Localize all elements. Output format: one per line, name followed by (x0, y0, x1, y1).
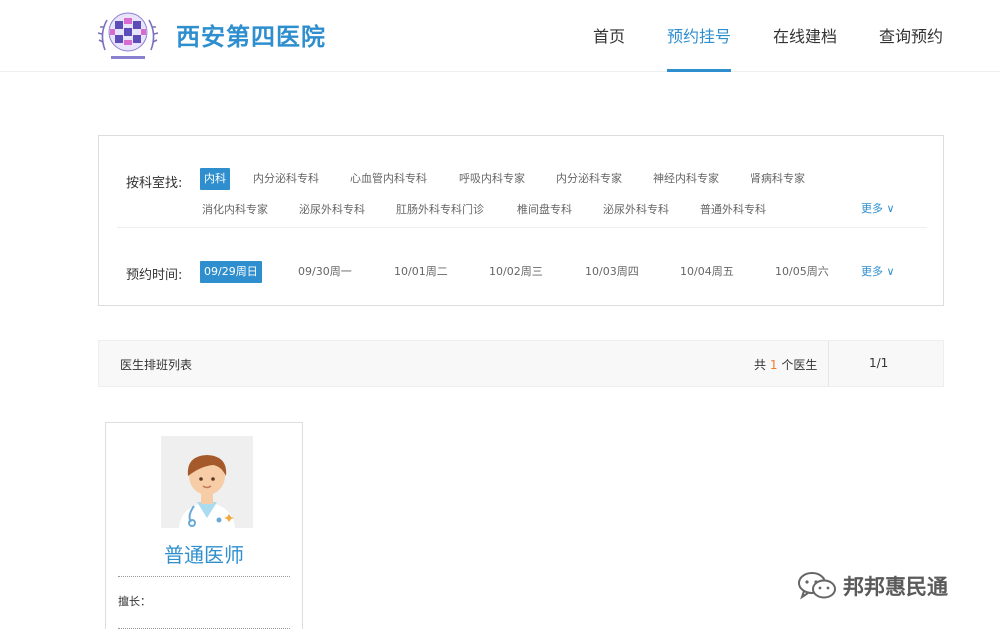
date-chip[interactable]: 10/02周三 (489, 261, 543, 283)
wechat-icon (798, 572, 836, 600)
department-chip[interactable]: 泌尿外科专科 (603, 199, 669, 221)
doctor-name[interactable]: 普通医师 (106, 539, 302, 568)
doctor-specialty-label: 擅长： (118, 595, 151, 608)
doctor-count: 共 1 个医生 (754, 356, 817, 373)
department-chip-internal-medicine[interactable]: 内科 (200, 168, 230, 190)
site-name: 西安第四医院 (176, 23, 326, 51)
hospital-logo-icon[interactable] (97, 6, 159, 64)
department-chip[interactable]: 内分泌科专家 (556, 168, 622, 190)
watermark-text: 邦邦惠民通 (843, 575, 948, 599)
department-chip[interactable]: 泌尿外科专科 (299, 199, 365, 221)
date-chip-selected[interactable]: 09/29周日 (200, 261, 262, 283)
date-chip[interactable]: 10/01周二 (394, 261, 448, 283)
department-chip[interactable]: 消化内科专家 (202, 199, 268, 221)
filter-divider (117, 227, 927, 228)
doctor-avatar-icon[interactable] (161, 436, 253, 528)
more-dates-button[interactable]: 更多 ∨ (861, 261, 895, 283)
pager-divider (828, 341, 829, 386)
doctor-card[interactable]: 普通医师 擅长： (105, 422, 303, 629)
department-chip[interactable]: 神经内科专家 (653, 168, 719, 190)
main-nav: 首页 预约挂号 在线建档 查询预约 (551, 0, 943, 72)
department-chip[interactable]: 肾病科专家 (750, 168, 805, 190)
nav-appointment[interactable]: 预约挂号 (666, 0, 731, 72)
site-header: 西安第四医院 首页 预约挂号 在线建档 查询预约 (0, 0, 1000, 72)
filter-panel: 按科室找: 内科 内分泌科专科 心血管内科专科 呼吸内科专家 内分泌科专家 神经… (98, 135, 944, 306)
watermark: 邦邦惠民通 (797, 568, 948, 604)
department-chip[interactable]: 呼吸内科专家 (459, 168, 525, 190)
department-chip[interactable]: 椎间盘专科 (517, 199, 572, 221)
date-chip[interactable]: 09/30周一 (298, 261, 352, 283)
department-chip[interactable]: 心血管内科专科 (350, 168, 427, 190)
nav-online-filing[interactable]: 在线建档 (773, 0, 837, 72)
nav-query-appointment[interactable]: 查询预约 (879, 0, 943, 72)
date-filter-label: 预约时间: (126, 268, 183, 283)
date-chip[interactable]: 10/04周五 (680, 261, 734, 283)
date-chip[interactable]: 10/03周四 (585, 261, 639, 283)
count-prefix: 共 (754, 358, 767, 372)
department-filter-label: 按科室找: (126, 176, 183, 191)
department-chip[interactable]: 普通外科专科 (700, 199, 766, 221)
date-chip[interactable]: 10/05周六 (775, 261, 829, 283)
card-divider (118, 576, 290, 577)
count-suffix: 个医生 (781, 358, 818, 372)
doctor-list-header: 医生排班列表 共 1 个医生 1/1 (98, 340, 944, 387)
list-title: 医生排班列表 (120, 358, 193, 372)
more-departments-button[interactable]: 更多 ∨ (861, 198, 895, 220)
nav-home[interactable]: 首页 (593, 0, 625, 72)
count-number: 1 (769, 358, 778, 372)
department-chip[interactable]: 肛肠外科专科门诊 (396, 199, 484, 221)
department-chip[interactable]: 内分泌科专科 (253, 168, 319, 190)
pagination[interactable]: 1/1 (869, 356, 888, 370)
